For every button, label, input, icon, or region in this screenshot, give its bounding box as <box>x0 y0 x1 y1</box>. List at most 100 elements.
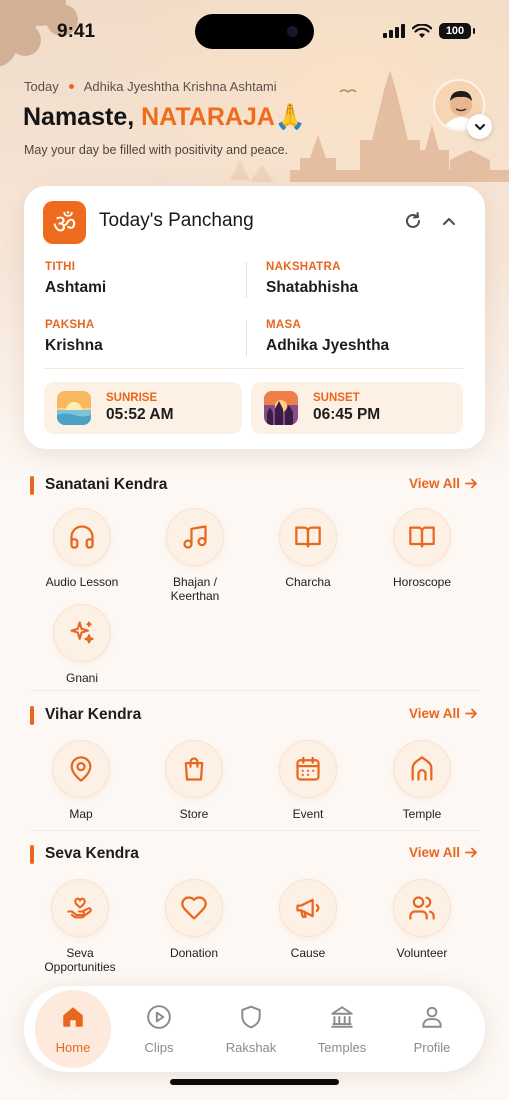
today-label: Today <box>24 79 59 94</box>
nav-item-profile[interactable]: Profile <box>392 986 472 1072</box>
grid-label: Donation <box>169 946 219 960</box>
masa-cell: MASA Adhika Jyeshtha <box>266 319 389 355</box>
greeting-title: Namaste, NATARAJA🙏 <box>23 103 306 132</box>
divider <box>246 320 247 356</box>
map-pin-icon <box>70 756 92 782</box>
grid-label: Store <box>179 807 209 821</box>
nav-label: Clips <box>144 1040 174 1055</box>
greeting-prefix: Namaste, <box>23 103 142 131</box>
grid-item-volunteer[interactable]: Volunteer <box>367 879 477 960</box>
view-all-link[interactable]: View All <box>409 845 478 860</box>
nav-item-temples[interactable]: Temples <box>302 986 382 1072</box>
tithi-cell: TITHI Ashtami <box>45 261 106 297</box>
grid-item-donation[interactable]: Donation <box>139 879 249 960</box>
heart-icon <box>181 896 207 920</box>
grid-item-audio-lesson[interactable]: Audio Lesson <box>27 508 137 589</box>
arrow-right-icon <box>465 478 477 489</box>
cellular-signal-icon <box>383 24 405 38</box>
sunset-time: 06:45 PM <box>313 406 381 423</box>
icon-circle <box>166 508 224 566</box>
om-icon: ॐ <box>43 201 86 244</box>
section-title: Vihar Kendra <box>45 706 142 723</box>
grid-item-event[interactable]: Event <box>253 740 363 821</box>
grid-item-map[interactable]: Map <box>26 740 136 821</box>
grid-label: Event <box>292 807 324 821</box>
nakshatra-cell: NAKSHATRA Shatabhisha <box>266 261 358 297</box>
open-book-icon <box>295 526 321 548</box>
section-accent-bar <box>30 844 34 864</box>
seva-section-header: Seva Kendra View All <box>30 842 480 866</box>
icon-circle <box>393 879 451 937</box>
chevron-up-icon <box>443 218 455 225</box>
icon-circle <box>52 740 110 798</box>
wifi-icon <box>412 23 432 38</box>
view-all-link[interactable]: View All <box>409 706 478 721</box>
grid-item-bhajan[interactable]: Bhajan / Keerthan <box>140 508 250 603</box>
nav-label: Temples <box>317 1040 367 1055</box>
divider <box>246 262 247 298</box>
grid-item-gnani[interactable]: Gnani <box>27 604 137 685</box>
icon-circle <box>53 508 111 566</box>
user-name: NATARAJA <box>141 103 275 131</box>
icon-circle <box>393 508 451 566</box>
view-all-label: View All <box>408 845 460 860</box>
grid-item-horoscope[interactable]: Horoscope <box>367 508 477 589</box>
separator-dot <box>68 84 74 89</box>
nav-label: Profile <box>413 1040 451 1055</box>
section-accent-bar <box>30 705 34 725</box>
grid-label: Charcha <box>285 575 331 589</box>
profile-menu-button[interactable] <box>467 114 492 139</box>
user-icon <box>418 1003 446 1031</box>
shield-icon <box>237 1003 265 1031</box>
grid-item-store[interactable]: Store <box>139 740 249 821</box>
section-accent-bar <box>30 475 34 495</box>
grid-label: Horoscope <box>392 575 452 589</box>
users-icon <box>409 896 435 920</box>
grid-label: Bhajan / Keerthan <box>170 575 220 603</box>
sunrise-box: SUNRISE 05:52 AM <box>44 382 242 434</box>
section-divider <box>30 830 480 831</box>
view-all-label: View All <box>408 706 460 721</box>
grid-label: Temple <box>402 807 442 821</box>
sunrise-time: 05:52 AM <box>106 406 174 423</box>
grid-item-temple[interactable]: Temple <box>367 740 477 821</box>
section-title: Sanatani Kendra <box>45 476 168 493</box>
nav-item-rakshak[interactable]: Rakshak <box>211 986 291 1072</box>
sanatani-section-header: Sanatani Kendra View All <box>30 473 480 497</box>
arrow-right-icon <box>465 847 477 858</box>
hindu-date: Adhika Jyeshtha Krishna Ashtami <box>83 79 277 94</box>
collapse-button[interactable] <box>438 210 460 232</box>
icon-circle <box>51 879 109 937</box>
section-title: Seva Kendra <box>45 845 139 862</box>
nav-item-clips[interactable]: Clips <box>119 986 199 1072</box>
tithi-label: TITHI <box>45 261 76 273</box>
play-circle-icon <box>145 1003 173 1031</box>
headphones-icon <box>70 525 94 549</box>
vihar-section-header: Vihar Kendra View All <box>30 703 480 727</box>
music-note-icon <box>183 525 207 549</box>
view-all-link[interactable]: View All <box>409 476 478 491</box>
battery-icon: 100 <box>439 23 475 39</box>
grid-item-charcha[interactable]: Charcha <box>253 508 363 589</box>
grid-label: Map <box>69 807 93 821</box>
date-line: Today Adhika Jyeshtha Krishna Ashtami <box>24 79 277 94</box>
home-indicator <box>170 1079 339 1085</box>
grid-label: Gnani <box>65 671 99 685</box>
nav-item-home[interactable]: Home <box>33 986 113 1072</box>
divider <box>44 368 464 369</box>
grid-label: Volunteer <box>396 946 448 960</box>
grid-item-cause[interactable]: Cause <box>253 879 363 960</box>
icon-circle <box>279 508 337 566</box>
icon-circle <box>53 604 111 662</box>
icon-circle <box>393 740 451 798</box>
icon-circle <box>165 740 223 798</box>
grid-item-seva-opportunities[interactable]: Seva Opportunities <box>25 879 135 974</box>
refresh-button[interactable] <box>402 210 424 232</box>
hand-heart-icon <box>67 897 92 919</box>
paksha-cell: PAKSHA Krishna <box>45 319 103 355</box>
icon-circle <box>165 879 223 937</box>
sunrise-icon <box>57 391 91 425</box>
nakshatra-label: NAKSHATRA <box>266 261 341 273</box>
chevron-down-icon <box>474 123 485 130</box>
dynamic-island <box>195 14 314 49</box>
